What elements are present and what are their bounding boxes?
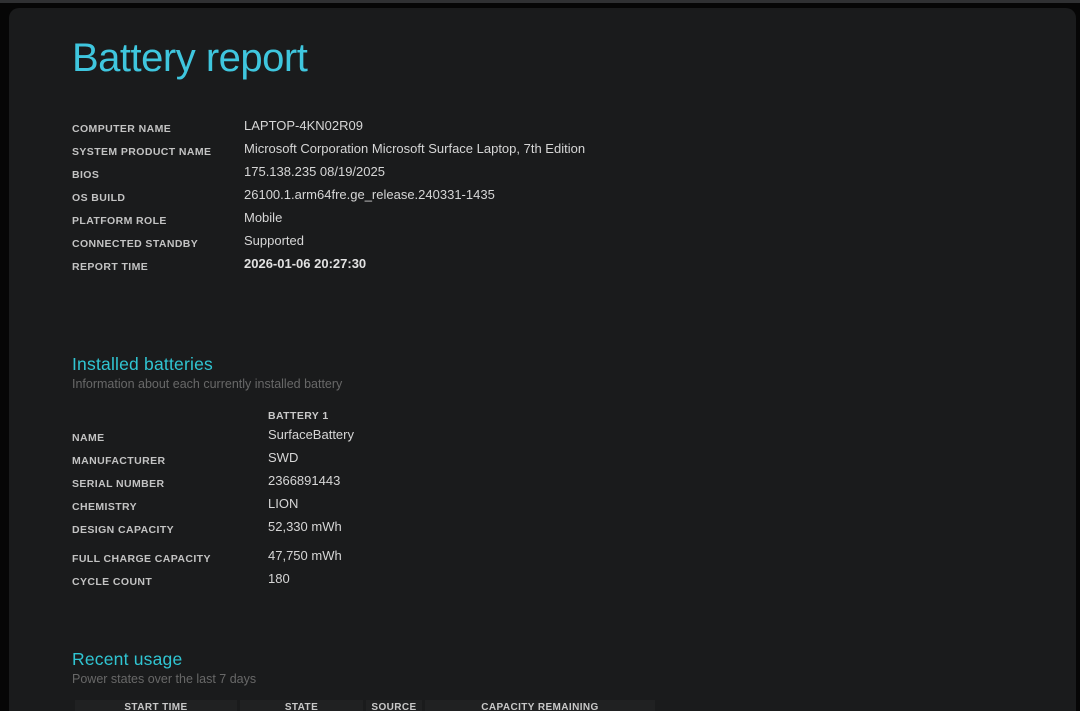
info-value: Supported [244,231,304,254]
battery-details-table: BATTERY 1 NAME SurfaceBattery MANUFACTUR… [72,407,1036,592]
info-label: REPORT TIME [72,254,244,277]
recent-usage-table: START TIME STATE SOURCE CAPACITY REMAINI… [75,700,1036,711]
battery-label: CYCLE COUNT [72,569,268,592]
info-label: COMPUTER NAME [72,116,244,139]
battery-1-column-header: BATTERY 1 [268,407,329,425]
battery-value: 180 [268,569,290,592]
info-value: 26100.1.arm64fre.ge_release.240331-1435 [244,185,495,208]
battery-detail-row: CYCLE COUNT 180 [72,569,1036,592]
battery-value: LION [268,494,298,517]
battery-detail-row: MANUFACTURER SWD [72,448,1036,471]
battery-detail-row: NAME SurfaceBattery [72,425,1036,448]
installed-batteries-section: Installed batteries Information about ea… [72,353,1036,592]
battery-label: SERIAL NUMBER [72,471,268,494]
battery-detail-row: FULL CHARGE CAPACITY 47,750 mWh [72,546,1036,569]
system-info-table: COMPUTER NAME LAPTOP-4KN02R09 SYSTEM PRO… [72,116,1036,277]
header-state: STATE [240,700,363,711]
battery-value: 52,330 mWh [268,517,342,540]
report-content: Battery report COMPUTER NAME LAPTOP-4KN0… [9,34,1076,711]
recent-usage-section: Recent usage Power states over the last … [72,648,1036,711]
system-info-row: BIOS 175.138.235 08/19/2025 [72,162,1036,185]
system-info-row: CONNECTED STANDBY Supported [72,231,1036,254]
installed-batteries-heading: Installed batteries [72,353,1036,375]
battery-value: 2366891443 [268,471,340,494]
info-label: OS BUILD [72,185,244,208]
battery-label: NAME [72,425,268,448]
info-label: PLATFORM ROLE [72,208,244,231]
page-title: Battery report [72,34,1036,82]
battery-value: 47,750 mWh [268,546,342,569]
report-time-value: 2026-01-06 20:27:30 [244,254,366,277]
system-info-row: OS BUILD 26100.1.arm64fre.ge_release.240… [72,185,1036,208]
info-value: Microsoft Corporation Microsoft Surface … [244,139,585,162]
battery-report-page[interactable]: Battery report COMPUTER NAME LAPTOP-4KN0… [9,8,1076,711]
screenshot-root: { "page": { "title": "Battery report", "… [0,0,1080,711]
battery-label: MANUFACTURER [72,448,268,471]
battery-value: SWD [268,448,298,471]
header-start-time: START TIME [75,700,237,711]
system-info-row: REPORT TIME 2026-01-06 20:27:30 [72,254,1036,277]
battery-column-header-row: BATTERY 1 [72,407,1036,425]
info-label: CONNECTED STANDBY [72,231,244,254]
system-info-row: PLATFORM ROLE Mobile [72,208,1036,231]
usage-table-header-row: START TIME STATE SOURCE CAPACITY REMAINI… [75,700,1036,711]
installed-batteries-subtitle: Information about each currently install… [72,375,1036,393]
info-label: SYSTEM PRODUCT NAME [72,139,244,162]
header-capacity-remaining: CAPACITY REMAINING [425,700,655,711]
recent-usage-subtitle: Power states over the last 7 days [72,670,1036,688]
system-info-row: SYSTEM PRODUCT NAME Microsoft Corporatio… [72,139,1036,162]
battery-label: CHEMISTRY [72,494,268,517]
system-info-row: COMPUTER NAME LAPTOP-4KN02R09 [72,116,1036,139]
battery-detail-row: DESIGN CAPACITY 52,330 mWh [72,517,1036,540]
battery-detail-row: SERIAL NUMBER 2366891443 [72,471,1036,494]
info-value: 175.138.235 08/19/2025 [244,162,385,185]
battery-value: SurfaceBattery [268,425,354,448]
window-top-edge [0,0,1080,3]
battery-detail-row: CHEMISTRY LION [72,494,1036,517]
empty-label [72,407,268,425]
info-value: LAPTOP-4KN02R09 [244,116,363,139]
recent-usage-heading: Recent usage [72,648,1036,670]
info-label: BIOS [72,162,244,185]
battery-label: FULL CHARGE CAPACITY [72,546,268,569]
header-source: SOURCE [366,700,422,711]
battery-label: DESIGN CAPACITY [72,517,268,540]
info-value: Mobile [244,208,282,231]
